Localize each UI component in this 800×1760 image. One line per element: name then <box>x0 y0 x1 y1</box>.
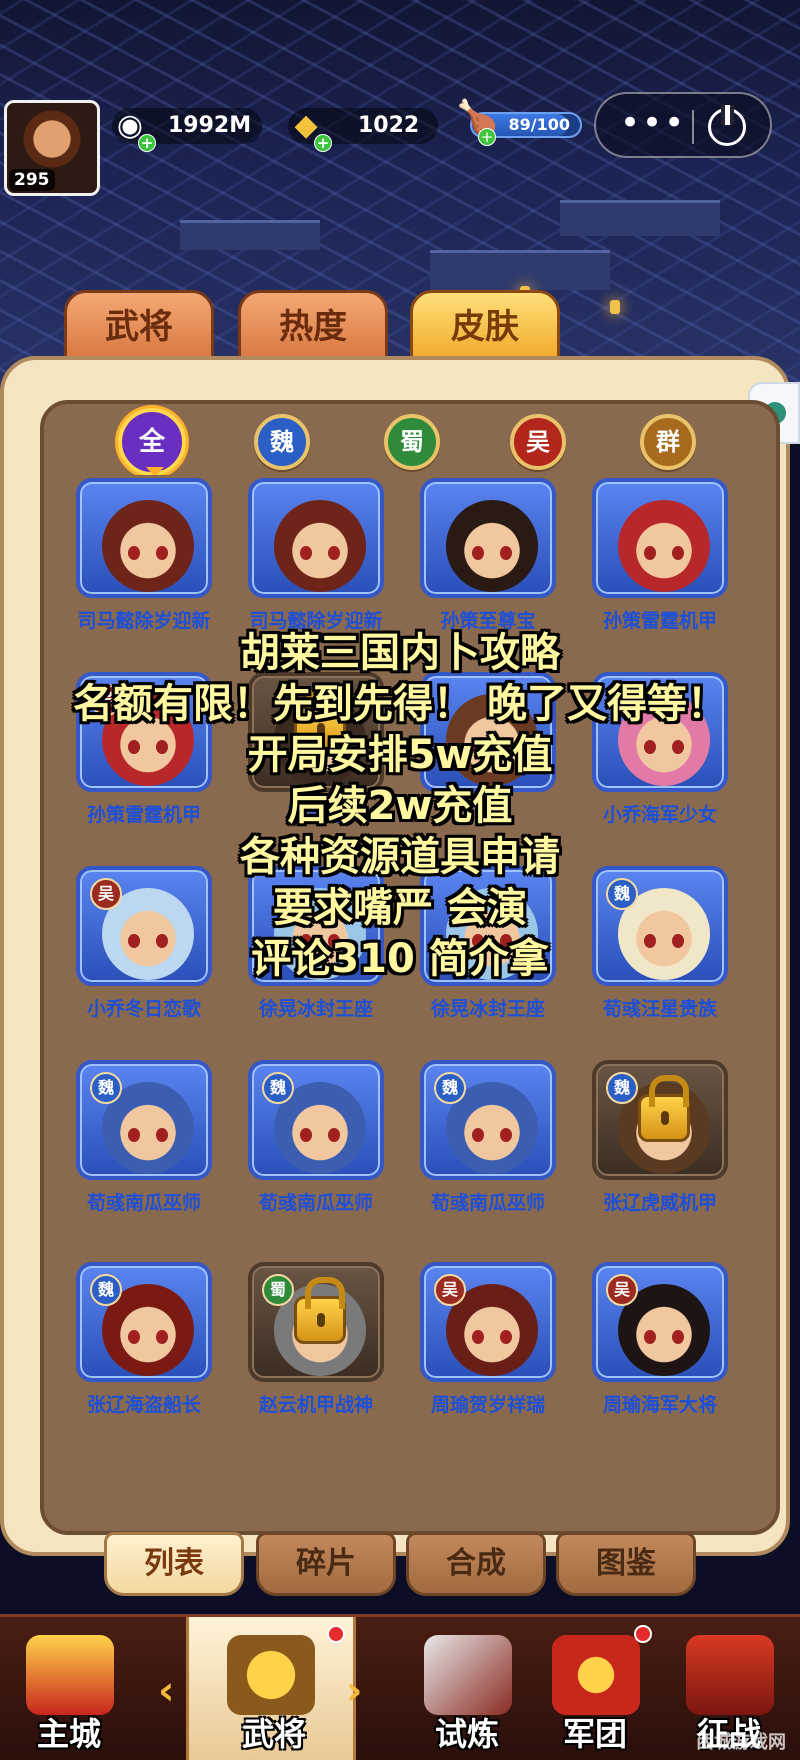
city-gate-icon <box>26 1635 114 1715</box>
nav-label: 主城 <box>36 1715 101 1753</box>
faction-badge: 吴 <box>434 1274 466 1306</box>
faction-filter-all[interactable]: 全 <box>118 408 186 477</box>
skin-card-name: 荀彧汪星贵族 <box>602 998 717 1020</box>
subtab-list[interactable]: 列表 <box>104 1532 244 1596</box>
roof-shape <box>180 220 320 250</box>
faction-filter-shu[interactable]: 蜀 <box>384 414 440 470</box>
add-gold-icon[interactable]: + <box>314 134 332 152</box>
faction-badge: 魏 <box>434 1072 466 1104</box>
silver-resource[interactable]: ◉ + 1992M <box>112 108 262 152</box>
skin-card-name: 荀彧南瓜巫师 <box>430 1192 545 1214</box>
notification-dot <box>634 1625 652 1643</box>
skin-card[interactable]: 吴 <box>420 1262 556 1382</box>
skin-card-name: 荀彧南瓜巫师 <box>86 1192 201 1214</box>
skin-card[interactable] <box>248 478 384 598</box>
promo-line: 后续2w充值 <box>287 783 513 829</box>
stamina-value: 89/100 <box>508 115 570 134</box>
skin-card-name: 赵云机甲战神 <box>258 1394 373 1416</box>
skin-card[interactable]: 魏 <box>76 1060 212 1180</box>
faction-badge: 魏 <box>606 1072 638 1104</box>
faction-filter-wei[interactable]: 魏 <box>254 414 310 470</box>
faction-filter-wu[interactable]: 吴 <box>510 414 566 470</box>
silver-value: 1992M <box>168 113 252 138</box>
general-helmet-icon <box>227 1635 315 1715</box>
skin-card-name: 徐晃冰封王座 <box>258 998 373 1020</box>
character-portrait <box>618 500 710 592</box>
faction-badge: 吴 <box>606 1274 638 1306</box>
skin-card-name: 小乔冬日恋歌 <box>86 998 201 1020</box>
promo-line: 评论310 简介拿 <box>251 936 549 982</box>
promo-line: 要求嘴严 会演 <box>273 885 527 931</box>
faction-badge: 蜀 <box>262 1274 294 1306</box>
legion-banner-icon <box>552 1635 640 1715</box>
gold-value: 1022 <box>358 113 420 138</box>
skin-card-name: 周瑜贺岁祥瑞 <box>430 1394 545 1416</box>
nav-trial[interactable]: 试炼 <box>402 1617 532 1760</box>
player-avatar[interactable]: 295 <box>4 100 100 196</box>
skin-card-name: 荀彧南瓜巫师 <box>258 1192 373 1214</box>
drumstick-icon: 🍗 + <box>456 98 499 146</box>
skin-card-name: 徐晃冰封王座 <box>430 998 545 1020</box>
skin-card[interactable]: 魏 <box>592 1060 728 1180</box>
roof-shape <box>430 250 610 290</box>
gold-resource[interactable]: ◆ + 1022 <box>288 108 438 152</box>
character-portrait <box>102 500 194 592</box>
nav-legion[interactable]: 军团 <box>530 1617 660 1760</box>
watermark: 西城游戏网 <box>696 1732 786 1753</box>
sword-icon <box>424 1635 512 1715</box>
skin-card[interactable]: 魏 <box>76 1262 212 1382</box>
skin-card[interactable] <box>592 478 728 598</box>
roof-shape <box>560 200 720 236</box>
subtab-fragments[interactable]: 碎片 <box>256 1532 396 1596</box>
promo-line: 各种资源道具申请 <box>240 834 560 880</box>
character-portrait <box>274 500 366 592</box>
nav-label: 军团 <box>562 1715 627 1753</box>
nav-left-arrow-icon[interactable]: ‹ <box>158 1668 174 1714</box>
lantern-icon <box>610 300 620 314</box>
faction-badge: 魏 <box>90 1274 122 1306</box>
faction-badge: 魏 <box>90 1072 122 1104</box>
lock-icon <box>638 1075 690 1142</box>
lock-icon <box>294 1277 346 1344</box>
capsule-divider <box>692 110 694 144</box>
nav-generals[interactable]: 武将 <box>186 1617 356 1760</box>
character-portrait <box>446 500 538 592</box>
bottom-navigation: 主城 武将 试炼 军团 征战 <box>0 1614 800 1760</box>
skin-card[interactable]: 魏 <box>420 1060 556 1180</box>
faction-filter-qun[interactable]: 群 <box>640 414 696 470</box>
player-level: 295 <box>9 169 55 191</box>
subtab-synthesis[interactable]: 合成 <box>406 1532 546 1596</box>
power-icon[interactable] <box>708 105 746 146</box>
add-silver-icon[interactable]: + <box>138 134 156 152</box>
promo-line: 胡莱三国内卜攻略 <box>240 630 560 676</box>
skin-card[interactable] <box>420 478 556 598</box>
subtab-collection[interactable]: 图鉴 <box>556 1532 696 1596</box>
promo-overlay: 胡莱三国内卜攻略 名额有限！先到先得！ 晚了又得等！ 开局安排5w充值 后续2w… <box>0 628 800 985</box>
skin-card-name: 张辽海盗船长 <box>86 1394 201 1416</box>
nav-label: 武将 <box>241 1715 306 1753</box>
nav-main-city[interactable]: 主城 <box>4 1617 134 1760</box>
skin-card-name: 周瑜海军大将 <box>602 1394 717 1416</box>
promo-line: 名额有限！先到先得！ 晚了又得等！ <box>73 681 727 727</box>
nav-label: 试炼 <box>434 1715 499 1753</box>
skin-card[interactable] <box>76 478 212 598</box>
window-capsule: ••• <box>594 92 772 158</box>
add-stamina-icon[interactable]: + <box>478 128 496 146</box>
war-flag-icon <box>686 1635 774 1715</box>
skin-card[interactable]: 魏 <box>248 1060 384 1180</box>
skin-card-name: 张辽虎威机甲 <box>602 1192 717 1214</box>
faction-badge: 魏 <box>262 1072 294 1104</box>
skin-card[interactable]: 蜀 <box>248 1262 384 1382</box>
nav-right-arrow-icon[interactable]: › <box>346 1668 362 1714</box>
skin-card[interactable]: 吴 <box>592 1262 728 1382</box>
promo-line: 开局安排5w充值 <box>247 732 553 778</box>
notification-dot <box>327 1625 345 1643</box>
more-options-icon[interactable]: ••• <box>620 106 684 146</box>
